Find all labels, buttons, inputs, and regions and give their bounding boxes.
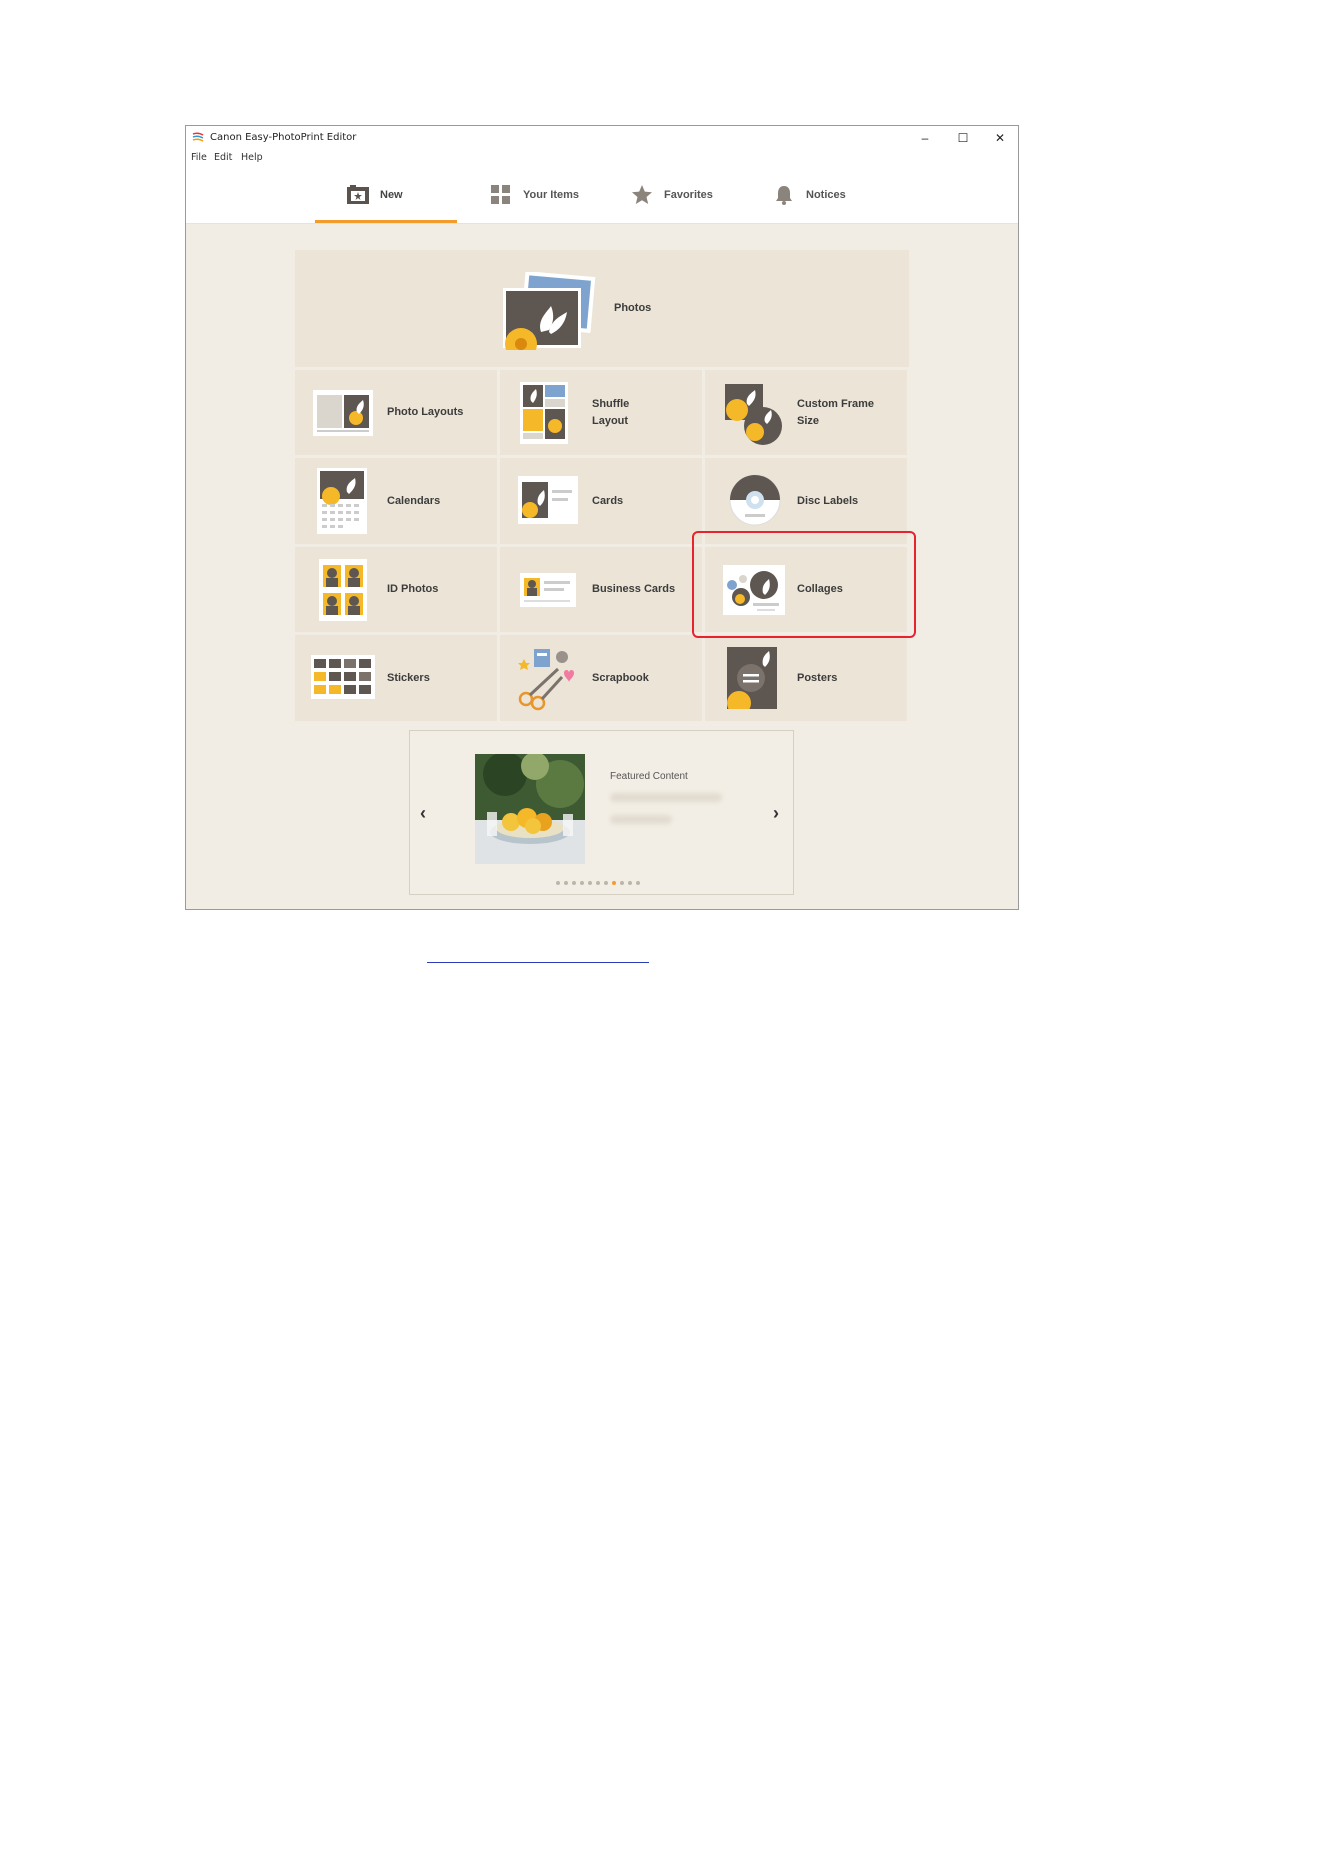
custom-frame-size-icon: [725, 384, 782, 445]
posters-icon: [727, 647, 777, 709]
category-stickers[interactable]: Stickers: [295, 635, 497, 721]
new-project-icon: [347, 185, 369, 204]
tab-new-label: New: [380, 189, 403, 201]
title-bar: Canon Easy-PhotoPrint Editor – ☐ ✕: [186, 126, 1018, 150]
tab-notices-label: Notices: [806, 189, 846, 201]
tab-your-items-label: Your Items: [523, 189, 580, 201]
tab-your-items[interactable]: Your Items: [489, 166, 579, 224]
category-custom-frame-label-1: Custom Frame: [797, 398, 875, 410]
category-disc-labels-label: Disc Labels: [797, 495, 859, 507]
carousel-dot[interactable]: [556, 881, 560, 885]
minimize-button[interactable]: –: [908, 128, 942, 148]
hyperlink-underline[interactable]: [427, 962, 649, 963]
featured-blurred-line-1: [610, 793, 722, 802]
maximize-icon: ☐: [957, 131, 969, 145]
maximize-button[interactable]: ☐: [946, 128, 980, 148]
category-shuffle-layout[interactable]: Shuffle Layout: [500, 370, 702, 455]
minimize-icon: –: [921, 131, 929, 145]
category-id-photos[interactable]: ID Photos: [295, 547, 497, 632]
business-cards-icon: [520, 573, 576, 607]
active-tab-indicator: [315, 220, 457, 223]
carousel-dot[interactable]: [628, 881, 632, 885]
close-button[interactable]: ✕: [983, 128, 1017, 148]
star-icon: [632, 185, 652, 204]
category-calendars-label: Calendars: [387, 495, 441, 507]
category-shuffle-layout-label-2: Layout: [592, 415, 629, 427]
tab-favorites-label: Favorites: [664, 189, 713, 201]
menu-file[interactable]: File: [191, 152, 207, 163]
category-id-photos-label: ID Photos: [387, 583, 439, 595]
id-photos-icon: [319, 559, 367, 621]
calendars-icon: [317, 468, 367, 534]
carousel-dot[interactable]: [564, 881, 568, 885]
category-calendars[interactable]: Calendars: [295, 458, 497, 544]
carousel-dot[interactable]: [612, 881, 616, 885]
main-tabs: New Your Items Favorites Notices: [186, 166, 1018, 224]
category-business-cards-label: Business Cards: [592, 583, 676, 595]
tab-favorites[interactable]: Favorites: [630, 166, 713, 224]
category-scrapbook[interactable]: Scrapbook: [500, 635, 702, 721]
tab-notices[interactable]: Notices: [772, 166, 846, 224]
category-posters-label: Posters: [797, 672, 838, 684]
menu-help[interactable]: Help: [241, 152, 263, 163]
app-window: Canon Easy-PhotoPrint Editor – ☐ ✕ File …: [185, 125, 1019, 910]
stickers-icon: [311, 655, 375, 699]
category-custom-frame-size[interactable]: Custom Frame Size: [705, 370, 907, 455]
carousel-dots: [556, 881, 640, 885]
category-posters[interactable]: Posters: [705, 635, 907, 721]
featured-photo[interactable]: [475, 754, 585, 864]
category-photos[interactable]: Photos: [295, 250, 909, 367]
category-grid: Photos Photo Layouts Shuffle Layout Cust…: [295, 250, 909, 723]
category-stickers-label: Stickers: [387, 672, 430, 684]
category-cards[interactable]: Cards: [500, 458, 702, 544]
app-logo-icon: [192, 132, 204, 142]
featured-prev-button[interactable]: ‹: [420, 803, 426, 824]
photos-icon: [503, 272, 596, 350]
carousel-dot[interactable]: [620, 881, 624, 885]
carousel-dot[interactable]: [604, 881, 608, 885]
scrapbook-icon: [518, 649, 574, 711]
cards-icon: [518, 476, 578, 524]
category-business-cards[interactable]: Business Cards: [500, 547, 702, 632]
featured-blurred-line-2: [610, 815, 672, 824]
carousel-dot[interactable]: [636, 881, 640, 885]
category-photos-label: Photos: [614, 302, 652, 314]
featured-content-title: Featured Content: [610, 771, 688, 782]
photo-layouts-icon: [313, 390, 373, 436]
category-cards-label: Cards: [592, 495, 624, 507]
menu-edit[interactable]: Edit: [214, 152, 232, 163]
menu-bar: File Edit Help: [186, 150, 1018, 166]
grid-icon: [491, 185, 510, 204]
tab-new[interactable]: New: [346, 166, 403, 224]
featured-content-panel: ‹ Featured Content ›: [409, 730, 794, 895]
category-photo-layouts-label: Photo Layouts: [387, 406, 464, 418]
carousel-dot[interactable]: [580, 881, 584, 885]
featured-next-button[interactable]: ›: [773, 803, 779, 824]
disc-labels-icon: [729, 474, 781, 526]
category-custom-frame-label-2: Size: [797, 415, 820, 427]
collages-highlight-box: [692, 531, 916, 638]
carousel-dot[interactable]: [588, 881, 592, 885]
window-title: Canon Easy-PhotoPrint Editor: [210, 132, 357, 143]
shuffle-layout-icon: [520, 382, 568, 444]
category-scrapbook-label: Scrapbook: [592, 672, 649, 684]
close-icon: ✕: [994, 131, 1006, 145]
category-shuffle-layout-label-1: Shuffle: [592, 398, 630, 410]
bell-icon: [776, 186, 792, 205]
carousel-dot[interactable]: [572, 881, 576, 885]
carousel-dot[interactable]: [596, 881, 600, 885]
category-photo-layouts[interactable]: Photo Layouts: [295, 370, 497, 455]
